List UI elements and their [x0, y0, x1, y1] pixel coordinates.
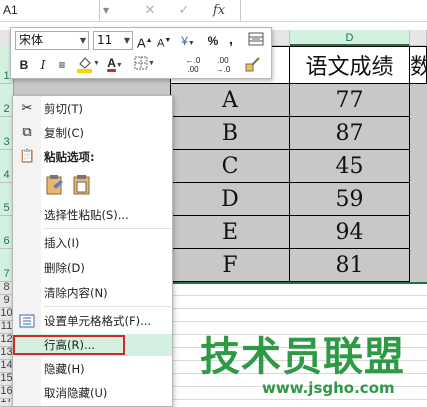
watermark-title: 技术员联盟	[200, 334, 405, 380]
menu-item-delete[interactable]: 删除(D)	[13, 257, 172, 279]
comma-style-icon[interactable]: ,	[225, 30, 237, 48]
grow-font-icon[interactable]: A▲	[137, 32, 153, 50]
cell-name[interactable]: F	[170, 249, 290, 282]
insert-function-icon[interactable]: fx	[206, 0, 232, 21]
cell-score[interactable]: 87	[290, 117, 410, 150]
cell-score[interactable]: 94	[290, 216, 410, 249]
cell-name[interactable]: D	[170, 183, 290, 216]
cell-score[interactable]: 45	[290, 150, 410, 183]
menu-paste-options-header: 📋 粘贴选项:	[19, 149, 95, 164]
cell-d1[interactable]: 语文成绩	[290, 46, 410, 84]
merge-center-icon[interactable]	[247, 32, 265, 50]
svg-text:▼: ▼	[93, 60, 98, 67]
column-header-e[interactable]	[410, 30, 427, 46]
menu-item-copy[interactable]: ⧉ 复制(C)	[13, 122, 172, 144]
align-center-icon[interactable]: ≡	[55, 56, 69, 74]
cell-e1[interactable]: 数	[410, 46, 427, 84]
cell-name[interactable]: E	[170, 216, 290, 249]
scissors-icon: ✂	[21, 101, 33, 116]
italic-icon[interactable]: I	[37, 56, 49, 74]
font-color-icon[interactable]: A▼	[103, 54, 127, 72]
decrease-decimal-icon[interactable]: .00 →.0	[211, 56, 235, 74]
increase-decimal-icon[interactable]: ←.0.00	[181, 56, 205, 74]
mini-toolbar: 宋体 ▼ 11 ▼ A▲ A▼ ¥▼ % , B I ≡ ▼ A▼ ▼ ←.0.00…	[10, 27, 272, 79]
menu-item-unhide[interactable]: 取消隐藏(U)	[13, 382, 172, 404]
bold-icon[interactable]: B	[17, 56, 31, 74]
paste-values-icon[interactable]	[71, 174, 93, 196]
cell-name[interactable]: A	[170, 84, 290, 117]
menu-separator	[43, 228, 171, 229]
menu-item-hide[interactable]: 隐藏(H)	[13, 358, 172, 380]
paste-icon: 📋	[19, 149, 36, 164]
name-box[interactable]: A1	[0, 0, 100, 21]
copy-icon: ⧉	[22, 125, 32, 140]
cell-score[interactable]: 81	[290, 249, 410, 282]
cancel-icon[interactable]: ✕	[138, 0, 162, 21]
shrink-font-icon[interactable]: A▼	[157, 32, 171, 50]
menu-item-cut[interactable]: ✂ 剪切(T)	[13, 98, 172, 120]
cell-name[interactable]: B	[170, 117, 290, 150]
formula-bar: A1 ▼ ✕ ✓ fx	[0, 0, 427, 22]
cell-score[interactable]: 59	[290, 183, 410, 216]
watermark-url: www.jsgho.com	[262, 379, 395, 397]
highlight-box	[13, 335, 125, 355]
fill-color-icon[interactable]: ▼	[75, 55, 100, 73]
context-menu: ✂ 剪切(T) ⧉ 复制(C) 📋 粘贴选项: 选择性粘贴(S)... 插入(I…	[12, 95, 173, 407]
cell-name[interactable]: C	[170, 150, 290, 183]
name-box-dropdown-icon[interactable]: ▼	[103, 0, 117, 21]
column-header-d[interactable]: D	[290, 30, 410, 46]
cell-score[interactable]: 77	[290, 84, 410, 117]
percent-style-icon[interactable]: %	[205, 32, 221, 50]
menu-item-insert[interactable]: 插入(I)	[13, 232, 172, 254]
chevron-down-icon: ▼	[123, 36, 130, 45]
menu-separator	[43, 306, 171, 307]
cell-e-column[interactable]	[410, 84, 427, 282]
format-cells-icon	[19, 313, 35, 329]
borders-icon[interactable]: ▼	[133, 55, 155, 73]
menu-item-clear-contents[interactable]: 清除内容(N)	[13, 282, 172, 304]
formula-input[interactable]	[240, 0, 427, 21]
menu-item-paste-special[interactable]: 选择性粘贴(S)...	[13, 204, 172, 226]
font-size-combo[interactable]: 11 ▼	[93, 31, 133, 50]
currency-format-icon[interactable]: ¥▼	[177, 32, 199, 50]
paste-with-formatting-icon[interactable]	[44, 174, 66, 196]
font-name-combo[interactable]: 宋体 ▼	[15, 31, 89, 50]
chevron-down-icon: ▼	[79, 36, 86, 45]
format-painter-icon[interactable]	[243, 55, 263, 73]
menu-item-format-cells[interactable]: 设置单元格格式(F)...	[13, 310, 172, 332]
enter-icon[interactable]: ✓	[172, 0, 196, 21]
svg-text:▼: ▼	[148, 60, 154, 67]
watermark: 技术员联盟 www.jsgho.com	[200, 335, 425, 405]
